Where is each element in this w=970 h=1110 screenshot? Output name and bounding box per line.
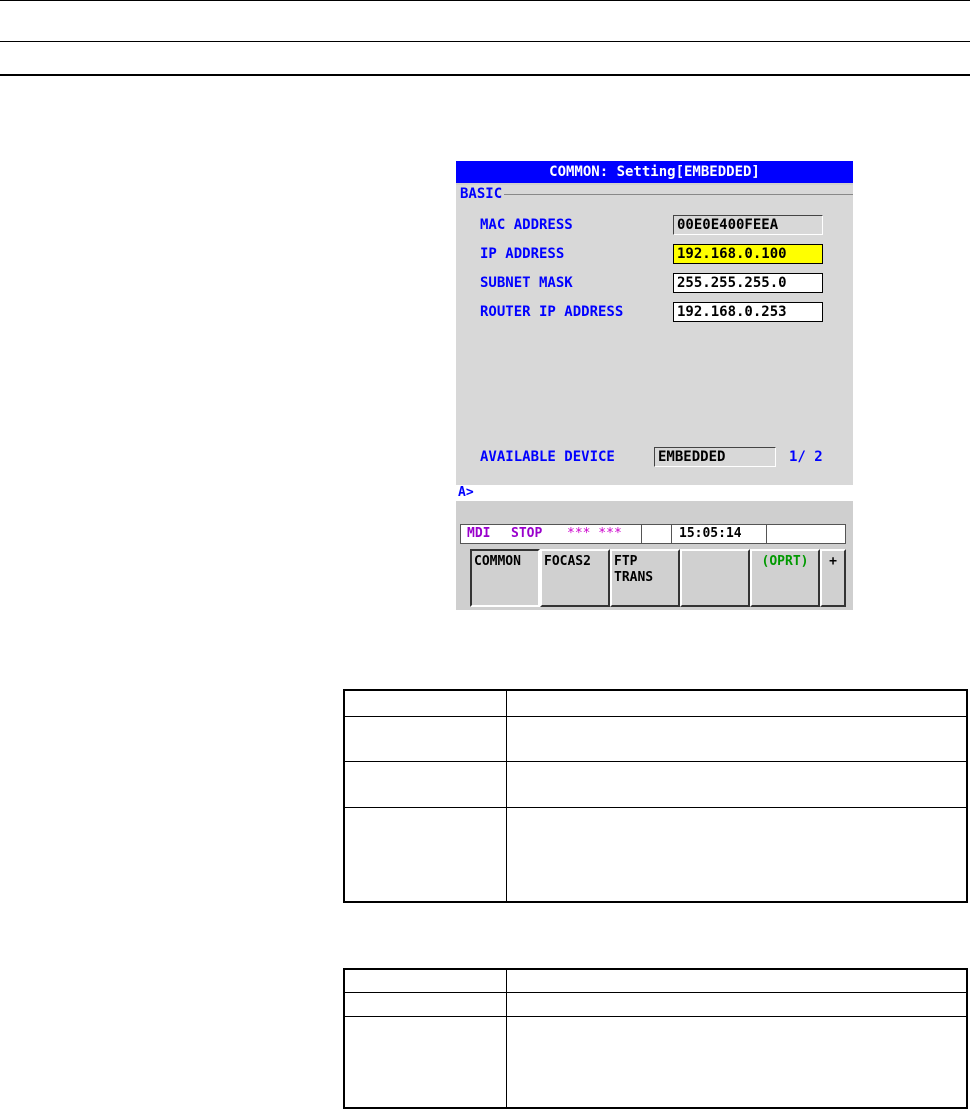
input-prompt[interactable]: A> — [456, 485, 853, 501]
mac-address-label: MAC ADDRESS — [480, 217, 573, 233]
softkey-common[interactable]: COMMON — [470, 549, 540, 607]
top-rule — [0, 0, 970, 1]
table-cell — [506, 968, 968, 993]
softkey-ftp-trans[interactable]: FTP TRANS — [610, 549, 680, 607]
table-cell — [506, 806, 968, 903]
mac-address-field: 00E0E400FEEA — [673, 215, 823, 235]
table-row — [343, 760, 968, 808]
table-cell — [343, 715, 507, 762]
subnet-mask-label: SUBNET MASK — [480, 275, 573, 291]
settings-table-1 — [343, 689, 968, 903]
status-divider — [671, 525, 672, 543]
softkey-bar: COMMON FOCAS2 FTP TRANS (OPRT) + — [456, 547, 853, 610]
status-divider — [641, 525, 642, 543]
table-row — [343, 991, 968, 1017]
table-cell — [343, 991, 507, 1017]
table-row — [343, 715, 968, 762]
available-device-field: EMBEDDED — [654, 447, 776, 467]
table-cell — [343, 806, 507, 903]
settings-table-2 — [343, 968, 968, 1109]
alarm-indicator: *** *** — [567, 526, 622, 541]
ip-address-field[interactable]: 192.168.0.100 — [673, 244, 823, 264]
subnet-mask-field[interactable]: 255.255.255.0 — [673, 273, 823, 293]
router-ip-address-field[interactable]: 192.168.0.253 — [673, 302, 823, 322]
table-cell — [506, 689, 968, 717]
group-label-basic: BASIC — [460, 185, 505, 203]
table-row — [343, 806, 968, 903]
header-rule — [0, 41, 970, 42]
table-cell — [506, 715, 968, 762]
table-row — [343, 968, 968, 993]
header-bottom-rule — [0, 74, 970, 76]
page-indicator: 1/ 2 — [789, 449, 823, 465]
status-bar: MDI STOP *** *** 15:05:14 — [460, 524, 846, 544]
status-divider — [766, 525, 767, 543]
available-device-label: AVAILABLE DEVICE — [480, 449, 615, 465]
run-state-indicator: STOP — [511, 526, 543, 541]
screen-title: COMMON: Setting[EMBEDDED] — [456, 161, 853, 183]
basic-panel: BASIC MAC ADDRESS 00E0E400FEEA IP ADDRES… — [456, 185, 853, 485]
softkey-oprt[interactable]: (OPRT) — [750, 549, 820, 607]
softkey-focas2[interactable]: FOCAS2 — [540, 549, 610, 607]
table-row — [343, 689, 968, 717]
table-cell — [506, 1015, 968, 1109]
table-row — [343, 1015, 968, 1109]
ip-address-label: IP ADDRESS — [480, 246, 565, 262]
table-cell — [506, 991, 968, 1017]
cnc-screen: COMMON: Setting[EMBEDDED] BASIC MAC ADDR… — [456, 161, 853, 610]
softkey-next[interactable]: + — [820, 549, 846, 607]
group-divider — [496, 194, 853, 195]
router-ip-address-label: ROUTER IP ADDRESS — [480, 304, 624, 320]
softkey-blank[interactable] — [680, 549, 750, 607]
table-cell — [343, 1015, 507, 1109]
mode-indicator: MDI — [467, 526, 491, 541]
clock: 15:05:14 — [679, 526, 742, 541]
table-cell — [343, 760, 507, 808]
table-cell — [506, 760, 968, 808]
table-cell — [343, 968, 507, 993]
table-cell — [343, 689, 507, 717]
